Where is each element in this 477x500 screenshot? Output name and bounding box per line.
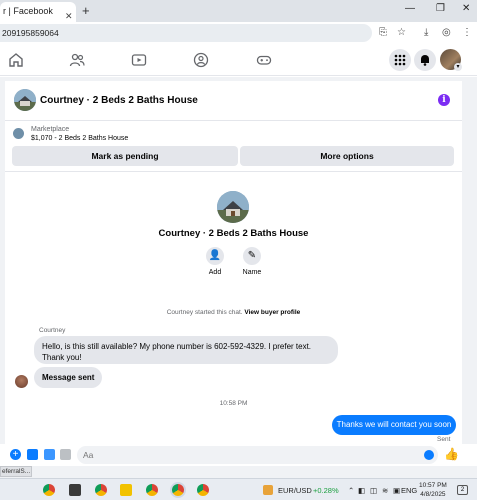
outgoing-message[interactable]: Thanks we will contact you soon <box>332 415 456 435</box>
sender-avatar[interactable] <box>15 375 28 388</box>
conversation-header: Courtney · 2 Beds 2 Baths House i <box>5 81 462 121</box>
chrome-icon-active[interactable] <box>172 484 184 496</box>
minimize-icon[interactable]: — <box>405 3 415 14</box>
sent-status: Sent <box>437 436 451 443</box>
new-tab-icon[interactable]: + <box>82 3 90 18</box>
tray-chevron-icon[interactable]: ⌃ <box>348 486 354 495</box>
profile-listing-photo <box>217 191 249 223</box>
facebook-nav: ▾ <box>0 44 477 76</box>
cast-icon[interactable]: ⎘ <box>379 27 387 38</box>
app-icon[interactable] <box>69 484 81 496</box>
message-timestamp: 10:58 PM <box>219 400 248 407</box>
thumbs-up-icon[interactable]: 👍 <box>444 447 459 461</box>
friends-icon[interactable] <box>69 52 85 68</box>
profile-icon[interactable]: ◎ <box>442 27 451 38</box>
name-label: Name <box>242 269 262 276</box>
edit-name-button[interactable]: ✎ <box>243 247 261 265</box>
photo-icon[interactable] <box>27 449 38 460</box>
mark-as-pending-button[interactable]: Mark as pending <box>12 146 238 166</box>
language-icon[interactable]: ▣ <box>393 486 400 495</box>
chat-started-notice: Courtney started this chat. View buyer p… <box>5 309 462 316</box>
messenger-page: Courtney · 2 Beds 2 Baths House i Market… <box>0 77 477 467</box>
close-tab-icon[interactable]: ✕ <box>65 7 73 22</box>
house-photo <box>14 89 36 111</box>
incoming-message-sent-notice[interactable]: Message sent <box>34 367 103 388</box>
windows-taskbar: EUR/USD +0.28% ⌃ ◧ ◫ ≋ ▣ ENG 10:57 PM 4/… <box>0 478 477 500</box>
gif-icon[interactable] <box>60 449 71 460</box>
profile-title: Courtney · 2 Beds 2 Baths House <box>158 228 309 239</box>
video-icon[interactable] <box>131 52 147 68</box>
link-status-tooltip: eferralS... <box>0 466 32 477</box>
plus-icon[interactable]: + <box>10 449 21 460</box>
add-label: Add <box>208 269 222 276</box>
info-icon[interactable]: i <box>438 94 450 106</box>
url-text: 209195859064 <box>2 28 59 38</box>
address-bar-row: 209195859064 ⎘ ☆ ⤓ ◎ ⋮ <box>0 22 477 44</box>
conversation-title[interactable]: Courtney · 2 Beds 2 Baths House <box>40 95 198 106</box>
download-icon[interactable]: ⤓ <box>424 27 428 38</box>
grid-icon <box>394 54 406 66</box>
ticker-change: +0.28% <box>313 486 339 495</box>
widget-icon[interactable] <box>263 485 273 495</box>
ticker-symbol[interactable]: EUR/USD <box>278 486 312 495</box>
listing-thumbnail[interactable] <box>14 89 36 111</box>
view-buyer-profile-link[interactable]: View buyer profile <box>244 309 300 316</box>
system-clock[interactable]: 10:57 PM 4/8/2025 <box>419 481 447 499</box>
sender-name: Courtney <box>39 327 66 334</box>
language-indicator[interactable]: ENG <box>401 486 417 495</box>
menu-grid-button[interactable] <box>389 49 411 71</box>
chrome-icon[interactable] <box>146 484 158 496</box>
divider <box>5 171 462 172</box>
url-field[interactable]: 209195859064 <box>0 24 372 42</box>
notification-badge[interactable]: 2 <box>457 485 468 495</box>
gaming-icon[interactable] <box>256 52 272 68</box>
more-options-button[interactable]: More options <box>240 146 454 166</box>
conversation-panel: Courtney · 2 Beds 2 Baths House i Market… <box>5 81 462 467</box>
clock-date: 4/8/2025 <box>420 491 446 498</box>
message-input[interactable] <box>77 446 438 464</box>
chrome-icon[interactable] <box>197 484 209 496</box>
add-person-icon: 👤 <box>208 250 222 261</box>
chrome-icon[interactable] <box>95 484 107 496</box>
home-icon[interactable] <box>8 52 24 68</box>
bell-icon <box>421 55 429 66</box>
started-text: Courtney started this chat. <box>166 309 243 316</box>
menu-dots-icon[interactable]: ⋮ <box>462 27 472 38</box>
groups-icon[interactable] <box>193 52 209 68</box>
status-strip: eferralS... <box>0 466 477 478</box>
browser-tab[interactable]: r | Facebook ✕ <box>0 2 76 22</box>
bookmark-star-icon[interactable]: ☆ <box>397 27 406 38</box>
sticker-icon[interactable] <box>44 449 55 460</box>
incoming-message[interactable]: Hello, is this still available? My phone… <box>34 336 338 364</box>
pencil-icon: ✎ <box>247 250 257 261</box>
emoji-icon[interactable] <box>424 450 434 460</box>
file-explorer-icon[interactable] <box>120 484 132 496</box>
add-friend-button[interactable]: 👤 <box>206 247 224 265</box>
message-composer: + 👍 <box>0 444 477 466</box>
chevron-down-icon: ▾ <box>454 63 462 71</box>
close-window-icon[interactable]: ✕ <box>462 3 470 14</box>
tab-title: r | Facebook <box>3 6 53 16</box>
wifi-icon[interactable]: ≋ <box>382 486 388 495</box>
maximize-icon[interactable]: ❐ <box>436 3 445 14</box>
house-photo-large <box>217 191 249 223</box>
browser-tab-bar: r | Facebook ✕ + — ❐ ✕ <box>0 0 477 22</box>
tray-app-icon[interactable]: ◫ <box>370 486 377 495</box>
marketplace-label: Marketplace <box>31 126 70 133</box>
marketplace-thumbnail <box>13 128 24 139</box>
chrome-icon[interactable] <box>43 484 55 496</box>
clock-time: 10:57 PM <box>419 482 447 489</box>
listing-summary[interactable]: $1,070 - 2 Beds 2 Baths House <box>31 135 128 142</box>
notifications-button[interactable] <box>414 49 436 71</box>
tray-app-icon[interactable]: ◧ <box>358 486 365 495</box>
